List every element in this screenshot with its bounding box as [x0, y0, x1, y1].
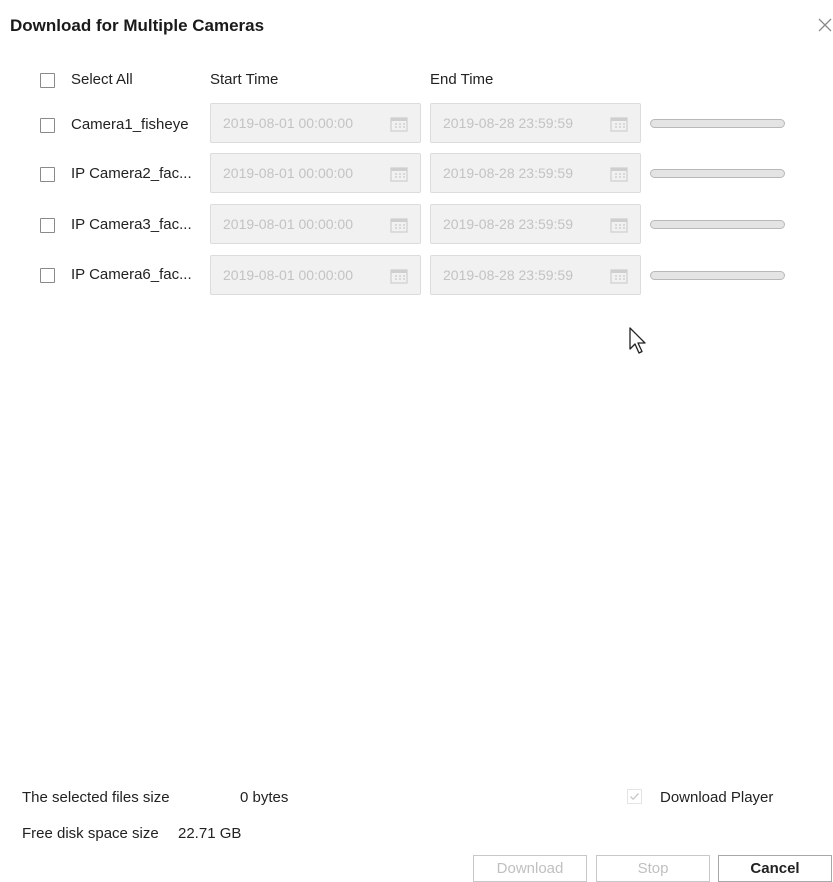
- camera-name: IP Camera6_fac...: [71, 266, 192, 283]
- download-progress-bar: [650, 169, 785, 178]
- download-player-checkbox[interactable]: [627, 789, 642, 804]
- free-disk-value: 22.71 GB: [178, 825, 242, 842]
- start-time-value: 2019-08-01 00:00:00: [223, 267, 353, 283]
- calendar-icon[interactable]: [390, 166, 408, 182]
- camera-name: IP Camera2_fac...: [71, 165, 192, 182]
- selected-size-label: The selected files size: [22, 789, 170, 806]
- end-time-field[interactable]: 2019-08-28 23:59:59: [430, 255, 641, 295]
- download-progress-bar: [650, 271, 785, 280]
- start-time-field[interactable]: 2019-08-01 00:00:00: [210, 153, 421, 193]
- start-time-value: 2019-08-01 00:00:00: [223, 165, 353, 181]
- start-time-value: 2019-08-01 00:00:00: [223, 115, 353, 131]
- close-icon[interactable]: [816, 16, 833, 34]
- end-time-value: 2019-08-28 23:59:59: [443, 115, 573, 131]
- selected-size-value: 0 bytes: [240, 789, 289, 806]
- camera-checkbox[interactable]: [40, 268, 55, 283]
- camera-checkbox[interactable]: [40, 218, 55, 233]
- start-time-field[interactable]: 2019-08-01 00:00:00: [210, 103, 421, 143]
- select-all-checkbox[interactable]: [40, 73, 55, 88]
- start-time-field[interactable]: 2019-08-01 00:00:00: [210, 255, 421, 295]
- calendar-icon[interactable]: [610, 217, 628, 233]
- download-button[interactable]: Download: [473, 855, 587, 882]
- end-time-field[interactable]: 2019-08-28 23:59:59: [430, 204, 641, 244]
- end-time-field[interactable]: 2019-08-28 23:59:59: [430, 103, 641, 143]
- calendar-icon[interactable]: [390, 268, 408, 284]
- end-time-value: 2019-08-28 23:59:59: [443, 165, 573, 181]
- stop-button[interactable]: Stop: [596, 855, 710, 882]
- download-player-label: Download Player: [660, 789, 774, 806]
- start-time-field[interactable]: 2019-08-01 00:00:00: [210, 204, 421, 244]
- end-time-value: 2019-08-28 23:59:59: [443, 267, 573, 283]
- calendar-icon[interactable]: [610, 166, 628, 182]
- mouse-cursor-icon: [629, 327, 646, 354]
- start-time-header: Start Time: [210, 71, 279, 88]
- camera-checkbox[interactable]: [40, 167, 55, 182]
- end-time-field[interactable]: 2019-08-28 23:59:59: [430, 153, 641, 193]
- calendar-icon[interactable]: [610, 116, 628, 132]
- calendar-icon[interactable]: [390, 217, 408, 233]
- cancel-button[interactable]: Cancel: [718, 855, 832, 882]
- select-all-label: Select All: [71, 71, 133, 88]
- download-progress-bar: [650, 220, 785, 229]
- free-disk-label: Free disk space size: [22, 825, 159, 842]
- camera-name: IP Camera3_fac...: [71, 216, 192, 233]
- calendar-icon[interactable]: [610, 268, 628, 284]
- camera-name: Camera1_fisheye: [71, 116, 189, 133]
- camera-checkbox[interactable]: [40, 118, 55, 133]
- end-time-header: End Time: [430, 71, 494, 88]
- start-time-value: 2019-08-01 00:00:00: [223, 216, 353, 232]
- dialog-title: Download for Multiple Cameras: [10, 16, 265, 35]
- download-progress-bar: [650, 119, 785, 128]
- end-time-value: 2019-08-28 23:59:59: [443, 216, 573, 232]
- calendar-icon[interactable]: [390, 116, 408, 132]
